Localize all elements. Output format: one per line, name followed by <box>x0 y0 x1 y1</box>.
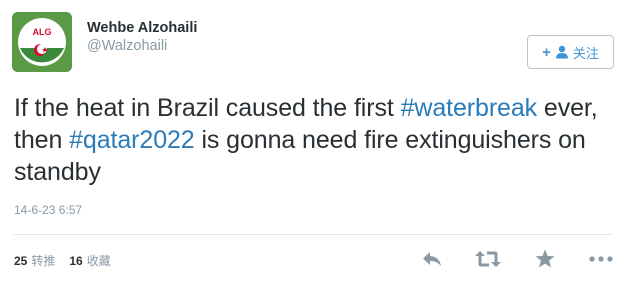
favorites-count: 16 <box>69 254 83 268</box>
reply-icon <box>423 252 441 266</box>
avatar-label: ALG <box>33 27 52 37</box>
algeria-flag-avatar-icon: ALG <box>12 12 72 72</box>
more-icon <box>589 256 613 262</box>
retweet-button[interactable] <box>474 247 502 271</box>
add-user-icon <box>555 45 568 59</box>
follow-button[interactable]: + 关注 <box>527 35 614 69</box>
favorites-label: 收藏 <box>86 254 111 268</box>
divider <box>14 234 612 235</box>
favorite-icon <box>535 249 555 268</box>
avatar[interactable]: ALG <box>12 12 72 72</box>
favorites-stat[interactable]: 16 收藏 <box>69 252 110 269</box>
tweet-text-segment: If the heat in Brazil caused the first <box>14 94 401 122</box>
retweets-stat[interactable]: 25 转推 <box>14 252 55 269</box>
tweet-timestamp[interactable]: 14-6-23 6:57 <box>14 203 82 217</box>
tweet-stats: 25 转推 16 收藏 <box>14 252 111 269</box>
plus-icon: + <box>542 43 551 61</box>
retweets-label: 转推 <box>31 254 56 268</box>
retweet-icon <box>475 251 501 267</box>
favorite-button[interactable] <box>533 247 557 271</box>
hashtag-link[interactable]: #qatar2022 <box>69 126 195 154</box>
more-button[interactable] <box>588 247 614 271</box>
user-name[interactable]: Wehbe Alzohaili <box>87 20 197 36</box>
follow-button-label: 关注 <box>572 45 599 61</box>
reply-button[interactable] <box>420 247 444 271</box>
user-handle[interactable]: @Walzohaili <box>87 38 167 54</box>
retweets-count: 25 <box>14 254 28 268</box>
hashtag-link[interactable]: #waterbreak <box>401 94 538 122</box>
tweet-text: If the heat in Brazil caused the first #… <box>14 92 614 188</box>
